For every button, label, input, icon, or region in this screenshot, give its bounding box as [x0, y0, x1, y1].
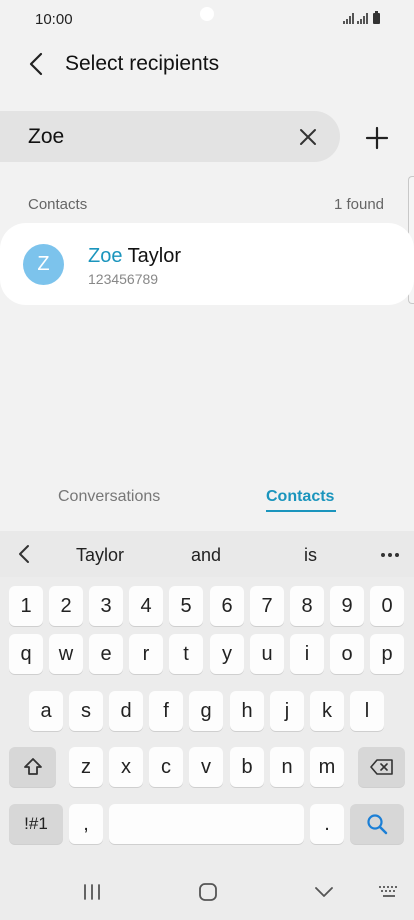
period-key[interactable]: .	[310, 804, 344, 844]
key-6[interactable]: 6	[210, 586, 244, 626]
backspace-icon	[369, 759, 393, 775]
suggestion-collapse-button[interactable]	[10, 540, 38, 568]
key-e[interactable]: e	[89, 634, 123, 674]
key-5[interactable]: 5	[169, 586, 203, 626]
backspace-key[interactable]	[358, 747, 405, 787]
contact-name-match: Zoe	[88, 245, 123, 267]
recent-apps-button[interactable]	[77, 877, 107, 907]
add-recipient-button[interactable]	[360, 121, 394, 155]
key-a[interactable]: a	[29, 691, 63, 731]
status-time: 10:00	[35, 11, 73, 28]
key-k[interactable]: k	[310, 691, 344, 731]
key-w[interactable]: w	[49, 634, 83, 674]
camera-cutout	[200, 7, 214, 21]
contacts-section-label: Contacts	[28, 196, 88, 213]
contact-name: Zoe Taylor	[88, 245, 181, 268]
page-title: Select recipients	[65, 52, 220, 75]
key-j[interactable]: j	[270, 691, 304, 731]
more-options-button[interactable]	[378, 543, 402, 567]
keyboard-switch-button[interactable]	[374, 877, 404, 907]
recent-apps-icon	[84, 884, 100, 900]
active-tab-indicator	[266, 510, 336, 512]
clear-search-button[interactable]	[292, 121, 324, 153]
shift-key[interactable]	[9, 747, 56, 787]
tab-conversations[interactable]: Conversations	[58, 488, 160, 506]
key-f[interactable]: f	[149, 691, 183, 731]
key-m[interactable]: m	[310, 747, 344, 787]
shift-icon	[23, 758, 42, 775]
close-icon	[300, 129, 316, 145]
back-button[interactable]	[20, 48, 52, 80]
key-o[interactable]: o	[330, 634, 364, 674]
key-d[interactable]: d	[109, 691, 143, 731]
search-icon	[367, 814, 388, 835]
key-r[interactable]: r	[129, 634, 163, 674]
key-b[interactable]: b	[230, 747, 264, 787]
comma-key[interactable]: ,	[69, 804, 103, 844]
key-n[interactable]: n	[270, 747, 304, 787]
space-key[interactable]	[109, 804, 304, 844]
contact-name-rest: Taylor	[122, 245, 182, 267]
more-horizontal-icon	[381, 553, 399, 557]
nav-back-button[interactable]	[309, 877, 339, 907]
keyboard-icon	[379, 886, 397, 897]
contact-list-item[interactable]: Z Zoe Taylor 123456789	[0, 223, 414, 305]
search-key[interactable]	[350, 804, 404, 844]
home-icon	[199, 883, 217, 901]
key-s[interactable]: s	[69, 691, 103, 731]
key-1[interactable]: 1	[9, 586, 43, 626]
status-bar: 10:00	[0, 0, 414, 40]
key-y[interactable]: y	[210, 634, 244, 674]
back-icon	[315, 887, 333, 897]
wifi-signal-icon	[343, 13, 354, 24]
app-header: Select recipients	[0, 44, 414, 84]
key-l[interactable]: l	[350, 691, 384, 731]
key-c[interactable]: c	[149, 747, 183, 787]
key-9[interactable]: 9	[330, 586, 364, 626]
battery-icon	[373, 11, 380, 24]
home-button[interactable]	[193, 877, 223, 907]
symbols-key[interactable]: !#1	[9, 804, 63, 844]
key-g[interactable]: g	[189, 691, 223, 731]
key-i[interactable]: i	[290, 634, 324, 674]
suggestion-bar: Taylor and is	[0, 531, 414, 577]
suggestion-1[interactable]: Taylor	[76, 545, 124, 566]
chevron-left-icon	[29, 52, 43, 76]
key-x[interactable]: x	[109, 747, 143, 787]
key-p[interactable]: p	[370, 634, 404, 674]
plus-icon	[365, 126, 389, 150]
key-v[interactable]: v	[189, 747, 223, 787]
cell-signal-icon	[357, 13, 368, 24]
key-z[interactable]: z	[69, 747, 103, 787]
key-q[interactable]: q	[9, 634, 43, 674]
keyboard: Taylor and is 1 2 3 4 5 6 7 8 9 0 q w e …	[0, 531, 414, 920]
system-nav-bar	[0, 865, 414, 920]
key-t[interactable]: t	[169, 634, 203, 674]
status-icons	[343, 11, 380, 24]
key-0[interactable]: 0	[370, 586, 404, 626]
tab-contacts[interactable]: Contacts	[266, 488, 334, 506]
search-box[interactable]	[0, 111, 340, 162]
contact-number: 123456789	[88, 271, 159, 287]
key-4[interactable]: 4	[129, 586, 163, 626]
key-8[interactable]: 8	[290, 586, 324, 626]
avatar: Z	[23, 244, 64, 285]
found-count: 1 found	[333, 196, 384, 213]
key-7[interactable]: 7	[250, 586, 284, 626]
suggestion-2[interactable]: and	[191, 545, 221, 566]
suggestion-3[interactable]: is	[304, 545, 317, 566]
key-2[interactable]: 2	[49, 586, 83, 626]
search-input[interactable]	[28, 123, 278, 151]
key-3[interactable]: 3	[89, 586, 123, 626]
key-u[interactable]: u	[250, 634, 284, 674]
chevron-left-icon	[19, 545, 29, 563]
key-h[interactable]: h	[230, 691, 264, 731]
